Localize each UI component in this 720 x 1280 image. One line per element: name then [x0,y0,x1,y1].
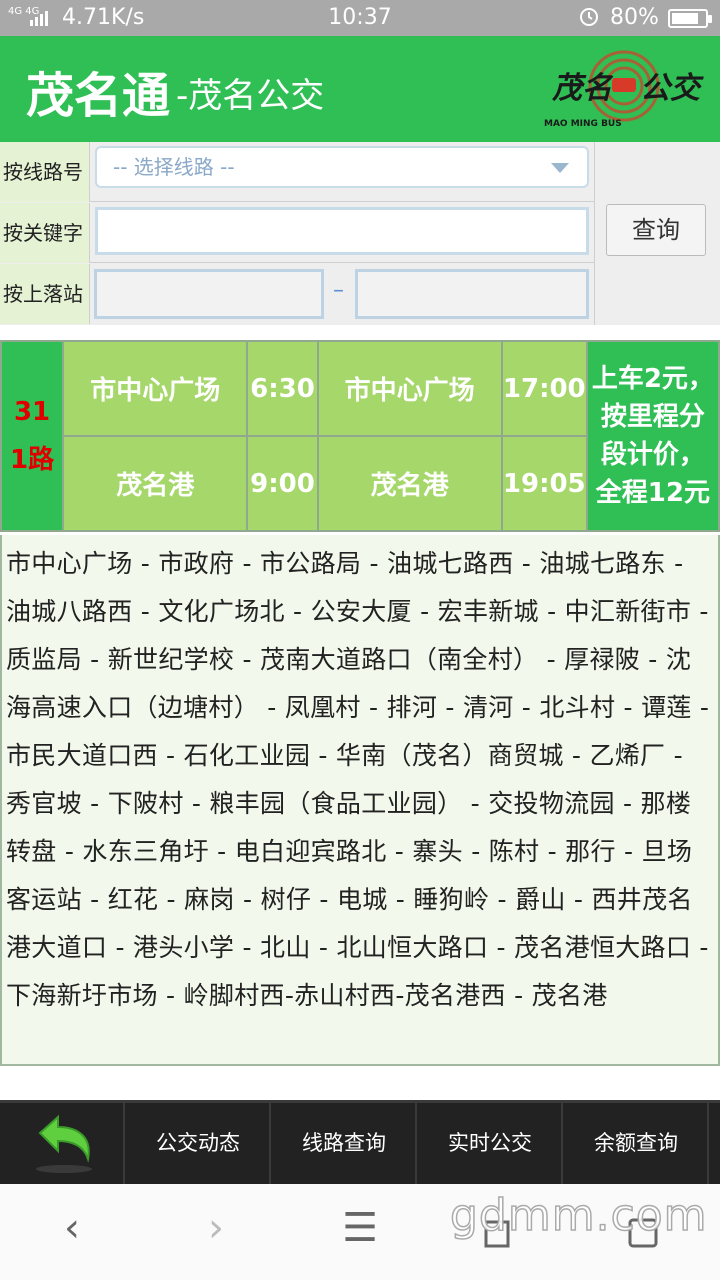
logo-text-left: 茂名 [551,71,614,106]
nav-realtime-bus[interactable]: 实时公交 [419,1103,563,1184]
alarm-icon [580,8,598,26]
search-form: 按线路号 -- 选择线路 -- 按关键字 按上落站 – 查询 [0,142,720,325]
route-select-value: -- 选择线路 -- [113,155,235,179]
watermark: gdmm.com [449,1189,708,1242]
stops-row: 按上落站 – [0,264,594,324]
route-table: 311路 市中心广场 6:30 市中心广场 17:00 上车2元，按里程分段计价… [0,340,720,532]
route-select[interactable]: -- 选择线路 -- [95,146,589,188]
browser-menu-button[interactable]: ☰ [330,1198,390,1258]
by-keyword-label: 按关键字 [0,203,90,263]
logo-subtext: MAO MING BUS [544,119,622,129]
first-stop-start: 市中心广场 [62,340,249,437]
app-bottom-nav: 公交动态 线路查询 实时公交 余额查询 [0,1100,720,1184]
back-button[interactable] [0,1103,125,1184]
browser-back-button[interactable]: ‹ [42,1198,102,1258]
last-bus-time: 17:00 [500,340,588,437]
chevron-down-icon [551,163,569,173]
nav-balance-query[interactable]: 余额查询 [565,1103,709,1184]
from-stop-input[interactable] [94,269,324,319]
route-stops-list: 市中心广场 - 市政府 - 市公路局 - 油城七路西 - 油城七路东 - 油城八… [0,535,720,1066]
by-route-label: 按线路号 [0,142,90,202]
fare-info: 上车2元，按里程分段计价，全程12元 [585,340,720,532]
back-arrow-icon [36,1114,92,1173]
last-bus-time-end: 19:05 [500,435,588,532]
brand-subtitle: -茂名公交 [176,76,325,116]
route-row: 按线路号 -- 选择线路 -- [0,142,594,202]
table-row: 311路 市中心广场 6:30 市中心广场 17:00 上车2元，按里程分段计价… [0,340,720,532]
keyword-input[interactable] [95,207,589,255]
route-info: 311路 市中心广场 6:30 市中心广场 17:00 上车2元，按里程分段计价… [0,340,720,532]
first-bus-time-end: 9:00 [246,435,319,532]
mao-ming-bus-logo: 茂名 公交 MAO MING BUS [544,50,704,129]
by-stops-label: 按上落站 [0,264,90,324]
keyword-row: 按关键字 [0,203,594,263]
battery-percent: 80% [610,5,659,30]
app-header: 茂名通 -茂名公交 茂名 公交 MAO MING BUS [0,36,720,142]
first-bus-time: 6:30 [246,340,319,437]
route-number: 311路 [0,340,65,532]
brand-title: 茂名通 [26,68,171,124]
logo-text-right: 公交 [640,71,704,106]
browser-forward-button[interactable]: › [186,1198,246,1258]
nav-route-search[interactable]: 线路查询 [273,1103,417,1184]
status-bar: 4G 4G 4.71K/s 10:37 80% [0,0,720,36]
first-stop-end: 茂名港 [62,435,249,532]
last-stop-start: 市中心广场 [316,340,503,437]
battery-icon [668,9,712,28]
search-button[interactable]: 查询 [606,204,706,256]
last-stop-end: 茂名港 [316,435,503,532]
nav-bus-news[interactable]: 公交动态 [127,1103,271,1184]
stop-separator: – [333,278,344,303]
to-stop-input[interactable] [355,269,589,319]
